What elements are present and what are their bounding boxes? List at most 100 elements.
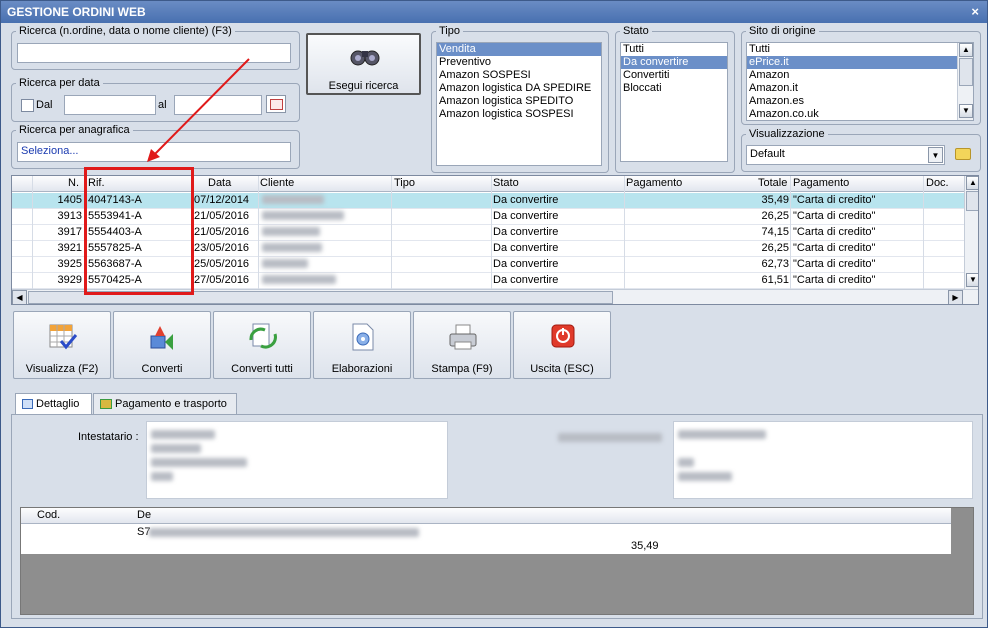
- calendar-icon[interactable]: [266, 95, 286, 113]
- stato-list-item[interactable]: Convertiti: [621, 69, 727, 82]
- table-row[interactable]: 3925 5563687-A 25/05/2016 Da convertire 62,7…: [12, 257, 964, 273]
- chevron-down-icon[interactable]: ▼: [928, 147, 943, 163]
- stato-list-item[interactable]: Bloccati: [621, 82, 727, 95]
- cell-n: 3917: [57, 226, 82, 238]
- title-bar: GESTIONE ORDINI WEB ×: [1, 1, 987, 23]
- scroll-right-icon[interactable]: ▶: [948, 290, 963, 304]
- grid-check-icon: [49, 324, 78, 350]
- sito-list-item[interactable]: Amazon.co.uk: [747, 108, 973, 120]
- tipo-list-item[interactable]: Preventivo: [437, 56, 601, 69]
- convert-icon: [150, 326, 173, 350]
- cell-rif: 4047143-A: [88, 194, 142, 206]
- scroll-left-icon[interactable]: ◀: [12, 290, 27, 304]
- redacted-label: [558, 431, 662, 443]
- tipo-list-item[interactable]: Amazon logistica SOSPESI: [437, 108, 601, 121]
- grid-vscrollbar[interactable]: ▲ ▼: [964, 176, 978, 290]
- scroll-thumb[interactable]: [959, 58, 973, 86]
- scroll-up-icon[interactable]: ▲: [959, 43, 973, 57]
- document-gear-icon: [352, 323, 374, 351]
- cell-data: 21/05/2016: [194, 210, 250, 222]
- folder-icon[interactable]: [952, 144, 974, 164]
- sito-list[interactable]: Tutti ePrice.it Amazon Amazon.it Amazon.es Am…: [746, 42, 974, 121]
- tab-dettaglio[interactable]: Dettaglio: [15, 393, 92, 415]
- stato-list-item[interactable]: Tutti: [621, 43, 727, 56]
- tipo-list-item[interactable]: Amazon logistica DA SPEDIRE: [437, 82, 601, 95]
- column-divider: [192, 176, 193, 289]
- col-header-n[interactable]: N.: [68, 177, 79, 189]
- col-header-cliente[interactable]: Cliente: [260, 177, 294, 189]
- orders-grid[interactable]: N. Rif. Data Cliente Tipo Stato Pagament…: [11, 175, 979, 305]
- date-from-checkbox[interactable]: [21, 99, 34, 112]
- cell-totale: 26,25: [761, 242, 789, 254]
- tipo-list-item[interactable]: Amazon logistica SPEDITO: [437, 95, 601, 108]
- table-row[interactable]: 3917 5554403-A 21/05/2016 Da convertire 74,1…: [12, 225, 964, 241]
- tipo-list-item[interactable]: Amazon SOSPESI: [437, 69, 601, 82]
- scroll-down-icon[interactable]: ▼: [966, 273, 978, 287]
- lines-grid[interactable]: Cod. De S7 35,49: [20, 507, 974, 615]
- scroll-thumb[interactable]: [966, 191, 978, 211]
- col-header-rif[interactable]: Rif.: [88, 177, 105, 189]
- sito-list-item[interactable]: ePrice.it: [747, 56, 973, 69]
- cell-totale: 35,49: [761, 194, 789, 206]
- col-header-stato[interactable]: Stato: [493, 177, 519, 189]
- column-divider: [32, 176, 33, 289]
- cell-pagamento: "Carta di credito": [793, 242, 876, 254]
- elaborations-button-label: Elaborazioni: [331, 363, 393, 375]
- cell-stato: Da convertire: [493, 194, 559, 206]
- convert-all-icon: [249, 323, 277, 349]
- convert-all-button[interactable]: Converti tutti: [213, 311, 311, 379]
- print-button[interactable]: Stampa (F9): [413, 311, 511, 379]
- cell-rif: 5554403-A: [88, 226, 142, 238]
- close-icon[interactable]: ×: [971, 4, 979, 19]
- cell-rif: 5570425-A: [88, 274, 142, 286]
- redacted-text: [151, 456, 247, 468]
- col-header-pagamento-2[interactable]: Pagamento: [793, 177, 849, 189]
- elaborations-button[interactable]: Elaborazioni: [313, 311, 411, 379]
- scroll-thumb[interactable]: [28, 291, 613, 304]
- scroll-up-icon[interactable]: ▲: [966, 176, 978, 190]
- cell-n: 3921: [57, 242, 82, 254]
- grid-hscrollbar[interactable]: ◀ ▶: [12, 289, 978, 304]
- tipo-list-item[interactable]: Vendita: [437, 43, 601, 56]
- cell-totale: 26,25: [761, 210, 789, 222]
- col-header-descrizione[interactable]: De: [137, 509, 151, 521]
- destinatario-box[interactable]: [673, 421, 973, 499]
- col-header-totale[interactable]: Totale: [758, 177, 787, 189]
- intestatario-box[interactable]: [146, 421, 448, 499]
- tipo-list[interactable]: Vendita Preventivo Amazon SOSPESI Amazon lo…: [436, 42, 602, 166]
- table-row[interactable]: 3921 5557825-A 23/05/2016 Da convertire 26,2…: [12, 241, 964, 257]
- sito-list-item[interactable]: Amazon.it: [747, 82, 973, 95]
- tab-pagamento-label: Pagamento e trasporto: [115, 398, 227, 410]
- convert-button-label: Converti: [141, 363, 183, 375]
- sito-list-item[interactable]: Tutti: [747, 43, 973, 56]
- col-header-tipo[interactable]: Tipo: [394, 177, 415, 189]
- tab-pagamento[interactable]: Pagamento e trasporto: [93, 393, 237, 415]
- redacted-text: [678, 470, 732, 482]
- search-button[interactable]: Esegui ricerca: [306, 33, 421, 95]
- sito-scrollbar[interactable]: ▲ ▼: [957, 43, 973, 120]
- view-button[interactable]: Visualizza (F2): [13, 311, 111, 379]
- column-divider: [258, 176, 259, 289]
- sito-list-item[interactable]: Amazon.es: [747, 95, 973, 108]
- col-header-data[interactable]: Data: [208, 177, 231, 189]
- col-header-cod[interactable]: Cod.: [37, 509, 60, 521]
- scroll-down-icon[interactable]: ▼: [959, 104, 973, 118]
- table-row[interactable]: 1405 4047143-A 07/12/2014 Da convertire 35,4…: [12, 193, 964, 209]
- view-select[interactable]: Default ▼: [746, 145, 945, 165]
- stato-list-item[interactable]: Da convertire: [621, 56, 727, 69]
- lines-grid-header: Cod. De: [21, 508, 951, 524]
- order-search-label: Ricerca (n.ordine, data o nome cliente) …: [19, 25, 232, 37]
- table-row[interactable]: 3929 5570425-A 27/05/2016 Da convertire 61,5…: [12, 273, 964, 289]
- col-header-doc[interactable]: Doc.: [926, 177, 949, 189]
- cell-rif: 5557825-A: [88, 242, 142, 254]
- sito-list-item[interactable]: Amazon: [747, 69, 973, 82]
- convert-all-button-label: Converti tutti: [231, 363, 293, 375]
- tipo-label: Tipo: [439, 25, 460, 37]
- cell-pagamento: "Carta di credito": [793, 258, 876, 270]
- cell-data: 23/05/2016: [194, 242, 250, 254]
- exit-button[interactable]: Uscita (ESC): [513, 311, 611, 379]
- stato-list[interactable]: Tutti Da convertire Convertiti Bloccati: [620, 42, 728, 162]
- convert-button[interactable]: Converti: [113, 311, 211, 379]
- table-row[interactable]: 3913 5553941-A 21/05/2016 Da convertire 26,2…: [12, 209, 964, 225]
- col-header-pagamento[interactable]: Pagamento: [626, 177, 682, 189]
